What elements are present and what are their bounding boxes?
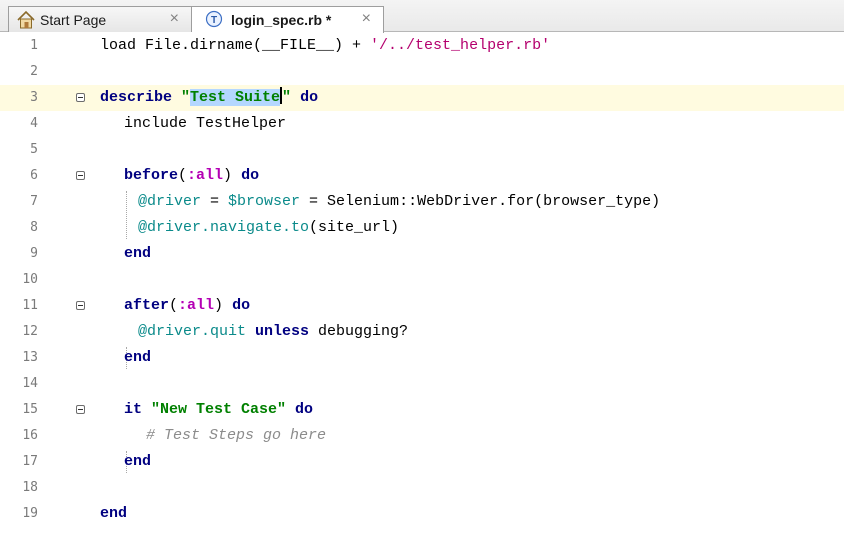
code-line: 19 end <box>0 501 844 527</box>
code-line: 1 load File.dirname(__FILE__) + '/../tes… <box>0 33 844 59</box>
line-number: 2 <box>30 64 38 79</box>
code-text: # Test Steps go here <box>146 427 327 444</box>
line-number: 6 <box>30 168 38 183</box>
line-number: 11 <box>22 298 38 313</box>
tab-login-spec[interactable]: T login_spec.rb * × <box>192 6 384 33</box>
code-line-current: 3 describe "Test Suite " do <box>0 85 844 111</box>
code-line: 11 after(:all) do <box>0 293 844 319</box>
fold-toggle-icon[interactable] <box>76 405 85 414</box>
code-line: 16 # Test Steps go here <box>0 423 844 449</box>
line-number: 3 <box>30 90 38 105</box>
code-line: 7 @driver = $browser = Selenium::WebDriv… <box>0 189 844 215</box>
code-line: 13 end <box>0 345 844 371</box>
selected-text: Test Suite <box>190 89 281 106</box>
code-text: include TestHelper <box>124 115 287 132</box>
code-line: 8 @driver.navigate.to(site_url) <box>0 215 844 241</box>
code-text: end <box>124 349 152 366</box>
code-line: 17 end <box>0 449 844 475</box>
editor-tab-bar: Start Page × T login_spec.rb * × <box>0 0 844 33</box>
line-number: 19 <box>22 506 38 521</box>
line-number: 4 <box>30 116 38 131</box>
code-line: 12 @driver.quit unless debugging? <box>0 319 844 345</box>
line-number: 18 <box>22 480 38 495</box>
code-text: @driver.navigate.to(site_url) <box>138 219 400 236</box>
fold-toggle-icon[interactable] <box>76 301 85 310</box>
close-icon[interactable]: × <box>362 10 371 28</box>
line-number: 16 <box>22 428 38 443</box>
code-line: 5 <box>0 137 844 163</box>
svg-text:T: T <box>211 15 217 26</box>
line-number: 17 <box>22 454 38 469</box>
line-number: 8 <box>30 220 38 235</box>
code-text: it "New Test Case" do <box>124 401 314 418</box>
line-number: 12 <box>22 324 38 339</box>
code-editor[interactable]: 1 load File.dirname(__FILE__) + '/../tes… <box>0 33 844 534</box>
code-line: 15 it "New Test Case" do <box>0 397 844 423</box>
code-text: after(:all) do <box>124 297 251 314</box>
code-text: describe "Test Suite " do <box>100 87 319 106</box>
code-line: 2 <box>0 59 844 85</box>
code-text: before(:all) do <box>124 167 260 184</box>
code-line: 9 end <box>0 241 844 267</box>
code-text: end <box>124 453 152 470</box>
line-number: 5 <box>30 142 38 157</box>
tab-label: login_spec.rb * <box>231 12 332 28</box>
home-icon <box>16 10 36 30</box>
line-number: 10 <box>22 272 38 287</box>
line-number: 1 <box>30 38 38 53</box>
test-file-icon: T <box>205 10 225 30</box>
line-number: 7 <box>30 194 38 209</box>
tab-label: Start Page <box>40 11 107 28</box>
code-text: @driver = $browser = Selenium::WebDriver… <box>138 193 661 210</box>
line-number: 9 <box>30 246 38 261</box>
close-icon[interactable]: × <box>170 10 179 28</box>
code-line: 4 include TestHelper <box>0 111 844 137</box>
line-number: 13 <box>22 350 38 365</box>
fold-toggle-icon[interactable] <box>76 93 85 102</box>
code-line: 18 <box>0 475 844 501</box>
code-text: end <box>100 505 128 522</box>
code-line: 6 before(:all) do <box>0 163 844 189</box>
code-text: load File.dirname(__FILE__) + '/../test_… <box>100 37 551 54</box>
tab-start-page[interactable]: Start Page × <box>8 6 192 32</box>
code-text: end <box>124 245 152 262</box>
code-text: @driver.quit unless debugging? <box>138 323 409 340</box>
line-number: 14 <box>22 376 38 391</box>
line-number: 15 <box>22 402 38 417</box>
code-line: 10 <box>0 267 844 293</box>
code-line: 14 <box>0 371 844 397</box>
fold-toggle-icon[interactable] <box>76 171 85 180</box>
